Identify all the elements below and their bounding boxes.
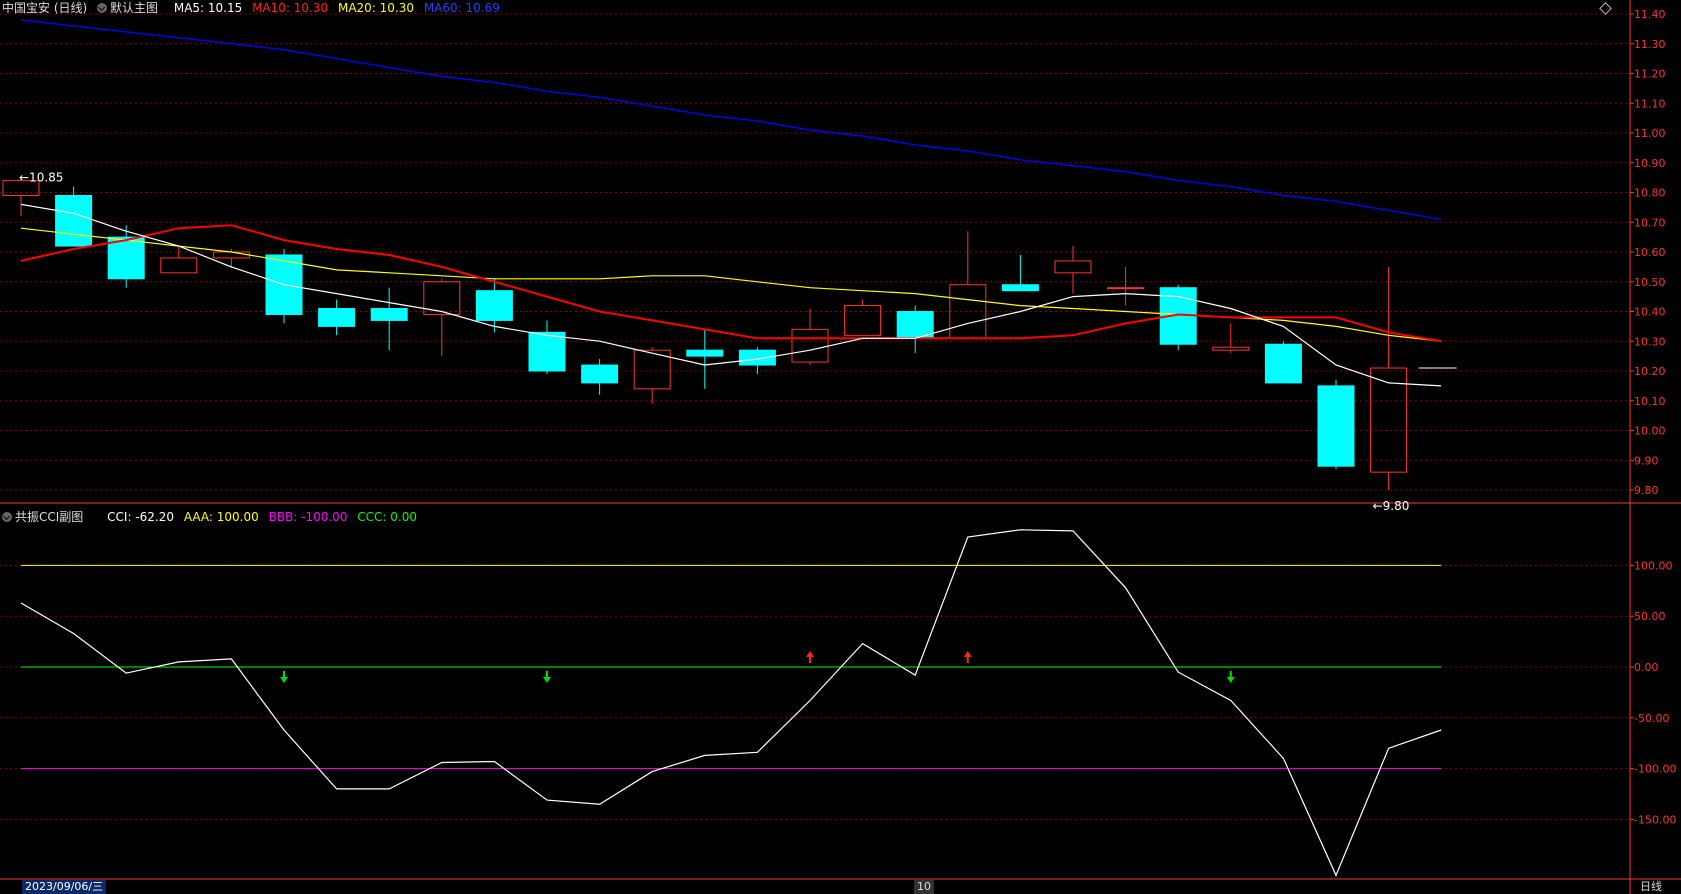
chevron-down-icon[interactable] bbox=[2, 512, 12, 522]
candle-body[interactable] bbox=[1212, 346, 1250, 351]
main-axis-label: 10.20 bbox=[1634, 365, 1666, 378]
moving-average-lines bbox=[20, 19, 1442, 387]
candle-body[interactable] bbox=[1317, 385, 1355, 467]
candle-body[interactable] bbox=[581, 364, 619, 384]
cci-lines bbox=[20, 529, 1442, 877]
ma10-line bbox=[20, 224, 1442, 343]
candle-body[interactable] bbox=[1264, 343, 1302, 384]
low-price-label: ←9.80 bbox=[1373, 499, 1410, 513]
chart-name: 默认主图 bbox=[110, 1, 159, 15]
candle-body[interactable] bbox=[686, 349, 724, 357]
candle-body[interactable] bbox=[212, 251, 250, 259]
main-axis-label: 10.60 bbox=[1634, 246, 1666, 259]
main-axis-label: 11.30 bbox=[1634, 38, 1666, 51]
ma60-value: MA60: 10.69 bbox=[423, 1, 500, 15]
candle-body[interactable] bbox=[55, 194, 93, 247]
main-axis-label: 9.90 bbox=[1634, 454, 1659, 467]
ccc-value: CCC: 0.00 bbox=[357, 510, 417, 524]
cursor-date-label: 2023/09/06/三 bbox=[22, 880, 107, 894]
main-axis-label: 10.40 bbox=[1634, 306, 1666, 319]
ma20-line bbox=[20, 227, 1442, 342]
sub-axis-label: -100.00 bbox=[1634, 763, 1676, 776]
main-axis-label: 11.40 bbox=[1634, 8, 1666, 21]
candle-body[interactable] bbox=[528, 331, 566, 372]
signal-arrow-up-head bbox=[963, 651, 972, 657]
sub-chart-header: 共振CCI副图 CCI: -62.20 AAA: 100.00 BBB: -10… bbox=[2, 509, 423, 525]
main-axis-label: 10.10 bbox=[1634, 395, 1666, 408]
ma5-value: MA5: 10.15 bbox=[173, 1, 243, 15]
candle-body[interactable] bbox=[791, 328, 829, 363]
ma60-line bbox=[20, 19, 1442, 220]
chart-selector[interactable]: 默认主图 bbox=[97, 1, 164, 15]
sub-axis-label: -50.00 bbox=[1634, 712, 1669, 725]
candle-body[interactable] bbox=[1054, 260, 1092, 274]
main-axis-label: 10.00 bbox=[1634, 425, 1666, 438]
sub-axis-label: -150.00 bbox=[1634, 813, 1676, 826]
signal-arrow-down-head bbox=[543, 677, 551, 683]
main-axis-label: 10.90 bbox=[1634, 157, 1666, 170]
cci-line bbox=[20, 529, 1442, 877]
main-axis-label: 11.10 bbox=[1634, 97, 1666, 110]
candle-body[interactable] bbox=[738, 349, 776, 366]
main-axis-label: 9.80 bbox=[1634, 484, 1659, 497]
ma10-value: MA10: 10.30 bbox=[252, 1, 329, 15]
ma5-line bbox=[20, 203, 1442, 387]
month-marker: 10 bbox=[914, 880, 934, 894]
main-axis-label: 10.30 bbox=[1634, 335, 1666, 348]
candle-body[interactable] bbox=[844, 305, 882, 336]
indicator-selector[interactable]: 共振CCI副图 bbox=[2, 510, 89, 524]
sub-grid bbox=[0, 564, 1628, 820]
candle-body[interactable] bbox=[1001, 284, 1039, 292]
sub-value-axis: 100.00 50.00 0.00 -50.00 -100.00 -150.00 bbox=[1630, 559, 1676, 826]
candle-body[interactable] bbox=[160, 257, 198, 274]
signal-arrow-down-head bbox=[1226, 677, 1235, 683]
candle-body[interactable] bbox=[318, 308, 356, 327]
main-axis-label: 11.20 bbox=[1634, 68, 1666, 81]
stock-name: 中国宝安 (日线) bbox=[2, 1, 88, 15]
candle-body[interactable] bbox=[475, 290, 513, 321]
aaa-value: AAA: 100.00 bbox=[183, 510, 259, 524]
bbb-value: BBB: -100.00 bbox=[268, 510, 348, 524]
ma20-value: MA20: 10.30 bbox=[337, 1, 415, 15]
cci-value: CCI: -62.20 bbox=[107, 510, 174, 524]
signal-arrow-up-head bbox=[806, 651, 814, 657]
period-label: 日线 bbox=[1640, 880, 1662, 893]
chevron-down-icon[interactable] bbox=[97, 3, 108, 13]
signal-arrow-down-head bbox=[280, 677, 288, 683]
sub-axis-label: 100.00 bbox=[1634, 559, 1673, 572]
candle-body[interactable] bbox=[370, 308, 408, 321]
main-axis-label: 11.00 bbox=[1634, 127, 1666, 140]
main-chart-header: 中国宝安 (日线) 默认主图 MA5: 10.15 MA10: 10.30 MA… bbox=[2, 0, 506, 16]
indicator-name: 共振CCI副图 bbox=[15, 510, 84, 524]
sub-axis-label: 50.00 bbox=[1634, 610, 1666, 623]
candle-body[interactable] bbox=[107, 236, 145, 280]
main-axis-label: 10.70 bbox=[1634, 216, 1666, 229]
high-price-label: ←10.85 bbox=[19, 171, 63, 185]
chart-canvas[interactable]: 11.40 11.30 11.20 11.10 11.00 10.90 10.80 10.70… bbox=[0, 0, 1681, 894]
main-axis-label: 10.50 bbox=[1634, 276, 1666, 289]
sub-axis-label: 0.00 bbox=[1634, 661, 1659, 674]
candle-body[interactable] bbox=[1107, 287, 1145, 290]
main-axis-label: 10.80 bbox=[1634, 187, 1666, 200]
